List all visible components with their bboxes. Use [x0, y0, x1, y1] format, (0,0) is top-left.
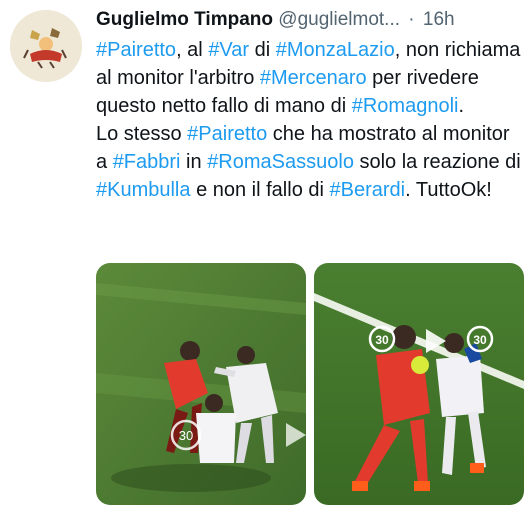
tweet-paragraph-1: #Pairetto, al #Var di #MonzaLazio, non r… [96, 36, 524, 120]
hashtag-link[interactable]: #RomaSassuolo [207, 151, 354, 173]
tweet-text: #Pairetto, al #Var di #MonzaLazio, non r… [96, 36, 524, 204]
avatar[interactable] [10, 10, 82, 82]
author-name[interactable]: Guglielmo Timpano [96, 9, 273, 30]
hashtag-link[interactable]: #Fabbri [113, 151, 181, 173]
separator-dot: · [408, 9, 415, 30]
timestamp[interactable]: 16h [423, 9, 455, 30]
tweet-paragraph-2: Lo stesso #Pairetto che ha mostrato al m… [96, 120, 524, 204]
hashtag-link[interactable]: #Berardi [330, 179, 406, 201]
hashtag-link[interactable]: #Var [208, 39, 249, 61]
tweet-text-segment: . TuttoOk! [405, 179, 492, 201]
overlay-number: 30 [179, 428, 193, 443]
tweet-header: Guglielmo Timpano @guglielmot... · 16h [96, 8, 520, 32]
hashtag-link[interactable]: #Mercenaro [260, 67, 367, 89]
avatar-cartoon-icon [10, 10, 82, 82]
tweet-text-segment: in [180, 151, 208, 173]
rewind-label: 30 [375, 333, 389, 347]
tweet-text-segment: , al [176, 39, 209, 61]
image-left[interactable]: 30 [96, 263, 306, 505]
tweet-text-segment: solo la reazione di [353, 151, 521, 173]
tweet-text-segment: . [458, 95, 465, 117]
hashtag-link[interactable]: #Kumbulla [96, 179, 191, 201]
forward-label: 30 [473, 333, 487, 347]
tweet-text-segment: e non il fallo di [190, 179, 330, 201]
hashtag-link[interactable]: #Pairetto [187, 123, 267, 145]
tweet-text-segment: di [249, 39, 276, 61]
tweet-text-segment: Lo stesso [96, 123, 188, 145]
hashtag-link[interactable]: #MonzaLazio [276, 39, 395, 61]
author-handle[interactable]: @guglielmot... [278, 9, 400, 30]
hashtag-link[interactable]: #Romagnoli [352, 95, 459, 117]
hashtag-link[interactable]: #Pairetto [96, 39, 176, 61]
media-grid: 30 30 30 [96, 263, 524, 505]
image-right[interactable]: 30 30 [314, 263, 524, 505]
